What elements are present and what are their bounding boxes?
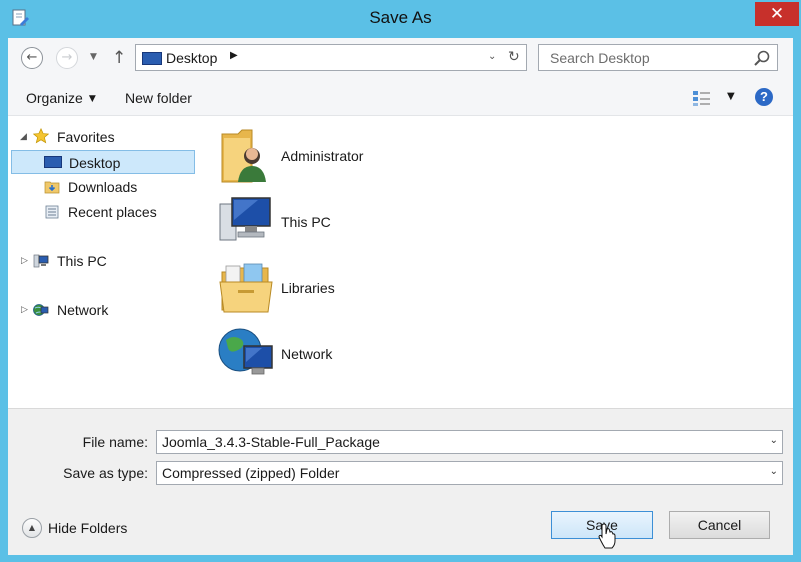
network-icon (33, 304, 49, 316)
tree-item-label: Network (57, 302, 109, 318)
desktop-icon (44, 156, 62, 168)
address-bar[interactable]: Desktop ▶ ⌄ ↻ (135, 44, 527, 71)
help-icon[interactable]: ? (755, 88, 773, 106)
recent-places-icon (45, 205, 59, 219)
refresh-button[interactable]: ↻ (508, 49, 520, 65)
breadcrumb-separator[interactable]: ▶ (230, 50, 238, 61)
search-field[interactable]: Search Desktop (538, 44, 778, 71)
forward-button[interactable]: → (56, 47, 78, 69)
desktop-icon (142, 52, 162, 65)
window-title: Save As (369, 8, 432, 27)
cancel-button[interactable]: Cancel (669, 511, 770, 539)
address-history-dropdown[interactable]: ⌄ (488, 51, 496, 62)
chevron-down-icon: ▼ (88, 94, 96, 104)
tree-item-label: Recent places (68, 204, 157, 220)
command-bar: Organize ▼ New folder ▼ ? (8, 78, 793, 116)
save-type-label: Save as type: (63, 465, 148, 481)
change-view-icon[interactable] (692, 89, 712, 107)
file-name-field[interactable]: Joomla_3.4.3-Stable-Full_Package ⌄ (156, 430, 783, 454)
tree-item-label: This PC (57, 253, 107, 269)
dialog-body: ← → ▼ ↑ Desktop ▶ ⌄ ↻ Search Desktop Org… (8, 38, 793, 555)
folder-contents: Administrator This PC Libraries Network (208, 116, 793, 408)
back-button[interactable]: ← (21, 47, 43, 69)
expand-arrow-icon[interactable]: ▷ (21, 249, 28, 273)
tree-network[interactable]: ▷ Network (8, 298, 198, 322)
save-type-value: Compressed (zipped) Folder (162, 465, 340, 481)
recent-locations-button[interactable]: ▼ (90, 52, 97, 62)
view-options-dropdown[interactable]: ▼ (727, 91, 735, 102)
chevron-down-icon[interactable]: ⌄ (770, 466, 778, 477)
star-icon (33, 128, 49, 144)
close-button[interactable]: ✕ (755, 2, 799, 26)
libraries-icon (219, 263, 273, 313)
tree-item-desktop[interactable]: Desktop (11, 150, 195, 174)
content-item-name: Network (281, 346, 333, 362)
content-item-name: Administrator (281, 148, 364, 164)
tree-item-recent-places[interactable]: Recent places (11, 200, 195, 224)
search-placeholder: Search Desktop (550, 50, 650, 66)
tree-item-label: Downloads (68, 179, 138, 195)
save-options-panel: File name: Joomla_3.4.3-Stable-Full_Pack… (8, 408, 793, 555)
navigation-pane: ◢ Favorites Desktop Downloads Recent pla… (8, 116, 208, 408)
save-type-select[interactable]: Compressed (zipped) Folder ⌄ (156, 461, 783, 485)
downloads-icon (44, 181, 60, 194)
tree-this-pc[interactable]: ▷ This PC (8, 249, 198, 273)
file-name-label: File name: (82, 434, 148, 450)
search-icon[interactable] (753, 49, 771, 67)
navigation-bar: ← → ▼ ↑ Desktop ▶ ⌄ ↻ Search Desktop (8, 38, 793, 78)
tree-item-label: Desktop (69, 155, 121, 171)
computer-icon (219, 197, 271, 241)
address-location[interactable]: Desktop (166, 50, 217, 66)
content-item-administrator[interactable]: Administrator (218, 126, 478, 190)
mouse-pointer-icon (598, 523, 616, 549)
content-item-network[interactable]: Network (218, 324, 478, 388)
network-globe-icon (218, 328, 273, 375)
content-item-name: This PC (281, 214, 331, 230)
title-bar: Save As ✕ (0, 0, 801, 38)
user-folder-icon (221, 129, 266, 183)
organize-label: Organize (26, 90, 83, 106)
organize-menu[interactable]: Organize ▼ (26, 90, 96, 106)
chevron-up-icon[interactable]: ▲ (22, 518, 42, 538)
content-item-libraries[interactable]: Libraries (218, 258, 478, 322)
tree-item-downloads[interactable]: Downloads (11, 175, 195, 199)
chevron-down-icon[interactable]: ⌄ (770, 435, 778, 446)
tree-favorites[interactable]: ◢ Favorites (8, 125, 198, 149)
expand-arrow-icon[interactable]: ▷ (21, 298, 28, 322)
content-item-name: Libraries (281, 280, 335, 296)
favorites-label: Favorites (57, 129, 115, 145)
hide-folders-label[interactable]: Hide Folders (48, 520, 127, 536)
computer-icon (33, 254, 49, 268)
file-name-value[interactable]: Joomla_3.4.3-Stable-Full_Package (162, 434, 380, 450)
up-folder-button[interactable]: ↑ (112, 48, 126, 68)
collapse-arrow-icon[interactable]: ◢ (20, 125, 27, 149)
content-item-this-pc[interactable]: This PC (218, 192, 478, 256)
new-folder-button[interactable]: New folder (125, 90, 192, 106)
